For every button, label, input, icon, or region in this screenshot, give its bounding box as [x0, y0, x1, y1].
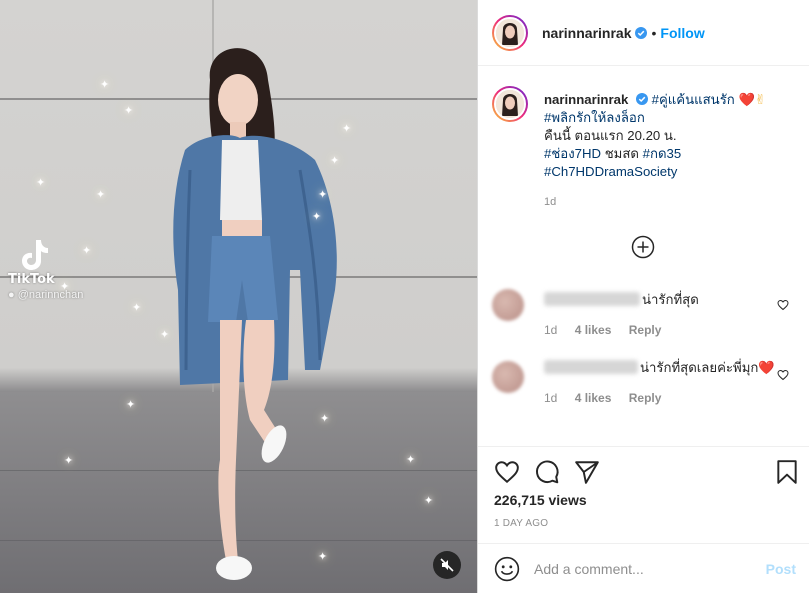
tiktok-watermark: TikTok ● @narinnchan: [8, 234, 83, 301]
bookmark-icon[interactable]: [774, 459, 800, 485]
sparkle: ✦: [406, 454, 416, 466]
caption-avatar[interactable]: [492, 86, 528, 122]
tiktok-logo-icon: [22, 240, 48, 270]
emoji-icon[interactable]: [494, 556, 520, 582]
comment-time[interactable]: 1d: [544, 323, 557, 337]
avatar-image: [496, 90, 524, 118]
like-heart-icon[interactable]: [494, 459, 520, 485]
post-details-panel: narinnarinrak • Follow narinnarinrak #คู…: [477, 0, 809, 593]
sparkle: ✦: [424, 495, 434, 507]
commenter-username[interactable]: [544, 292, 640, 306]
avatar-image: [496, 18, 524, 47]
tiktok-handle: ● @narinnchan: [8, 289, 83, 301]
verified-badge-icon: [635, 26, 648, 39]
sparkle: ✦: [320, 413, 330, 425]
sparkle: ✦: [132, 302, 142, 314]
caption-word: ชมสด: [604, 146, 639, 161]
verified-badge-icon: [635, 93, 648, 105]
comment-item: น่ารักที่สุด 1d 4 likes Reply: [492, 289, 797, 337]
sparkle: ✦: [36, 177, 46, 189]
share-icon[interactable]: [574, 459, 600, 485]
hand-emoji: ✌: [754, 92, 766, 107]
hashtag-link[interactable]: #Ch7HDDramaSociety: [544, 164, 677, 179]
sparkle: ✦: [342, 123, 352, 135]
tiktok-label: TikTok: [8, 272, 55, 287]
person-figure: [173, 48, 337, 580]
post-header: narinnarinrak • Follow: [478, 0, 809, 66]
sparkle: ✦: [96, 189, 106, 201]
comment-icon[interactable]: [534, 459, 560, 485]
sparkle: ✦: [318, 551, 328, 563]
sparkle: ✦: [82, 245, 92, 257]
separator-dot: •: [651, 24, 657, 41]
reply-button[interactable]: Reply: [629, 391, 662, 405]
comment-meta: 1d 4 likes Reply: [544, 323, 797, 337]
sparkle: ✦: [124, 105, 134, 117]
post-timestamp[interactable]: 1 DAY AGO: [494, 518, 548, 529]
hashtag-link[interactable]: #ช่อง7HD: [544, 146, 601, 161]
sparkle: ✦: [126, 399, 136, 411]
add-comment-bar: Post: [478, 543, 809, 593]
commenter-avatar[interactable]: [492, 361, 524, 393]
heart-emoji: ❤️: [758, 360, 775, 375]
comment-content: น่ารักที่สุด: [642, 292, 699, 307]
tiktok-handle-text: @narinnchan: [17, 289, 84, 301]
sparkle: ✦: [64, 455, 74, 467]
heart-icon[interactable]: [777, 369, 789, 381]
sparkle: ✦: [100, 79, 110, 91]
comment-text: น่ารักที่สุดเลยค่ะพี่มุก❤️: [544, 357, 797, 377]
commenter-avatar[interactable]: [492, 289, 524, 321]
comment-meta: 1d 4 likes Reply: [544, 391, 797, 405]
caption-username[interactable]: narinnarinrak: [544, 92, 628, 107]
comment-content: น่ารักที่สุดเลยค่ะพี่มุก: [640, 360, 759, 375]
hashtag-link[interactable]: #กด35: [643, 146, 682, 161]
heart-icon[interactable]: [777, 299, 789, 311]
caption-text: narinnarinrak #คู่แค้นแสนรัก ❤️✌ #พลิกรั…: [544, 86, 797, 181]
follow-button[interactable]: Follow: [660, 25, 704, 41]
comment-item: น่ารักที่สุดเลยค่ะพี่มุก❤️ 1d 4 likes Re…: [492, 357, 797, 405]
post-video[interactable]: ✦ ✦ ✦ ✦ ✦ ✦ ✦ ✦ ✦ ✦ ✦ ✦ ✦ ✦ ✦ ✦ ✦ ✦ TikT…: [0, 0, 477, 593]
action-bar: [478, 446, 809, 484]
comment-likes[interactable]: 4 likes: [575, 323, 612, 337]
sparkle: ✦: [160, 329, 170, 341]
hashtag-link[interactable]: #พลิกรักให้ลงล็อก: [544, 110, 645, 125]
author-username[interactable]: narinnarinrak: [542, 25, 631, 41]
commenter-username[interactable]: [544, 360, 638, 374]
comment-input[interactable]: [534, 557, 764, 581]
mute-icon: [440, 558, 454, 572]
mute-button[interactable]: [433, 551, 461, 579]
heart-emoji: ❤️: [738, 92, 755, 107]
caption-timestamp[interactable]: 1d: [544, 196, 797, 208]
sparkle: ✦: [330, 155, 340, 167]
comment-text: น่ารักที่สุด: [544, 289, 797, 309]
sparkle: ✦: [318, 189, 328, 201]
author-avatar[interactable]: [492, 14, 528, 51]
sparkle: ✦: [312, 211, 322, 223]
hashtag-link[interactable]: #คู่แค้นแสนรัก: [652, 92, 735, 107]
user-icon: ●: [8, 289, 15, 301]
comment-likes[interactable]: 4 likes: [575, 391, 612, 405]
comment-time[interactable]: 1d: [544, 391, 557, 405]
view-count[interactable]: 226,715 views: [494, 492, 587, 508]
plus-circle-icon[interactable]: [631, 235, 655, 259]
reply-button[interactable]: Reply: [629, 323, 662, 337]
post-caption: narinnarinrak #คู่แค้นแสนรัก ❤️✌ #พลิกรั…: [492, 86, 797, 208]
post-comment-button[interactable]: Post: [766, 561, 796, 577]
caption-line: คืนนี้ ตอนแรก 20.20 น.: [544, 128, 677, 143]
